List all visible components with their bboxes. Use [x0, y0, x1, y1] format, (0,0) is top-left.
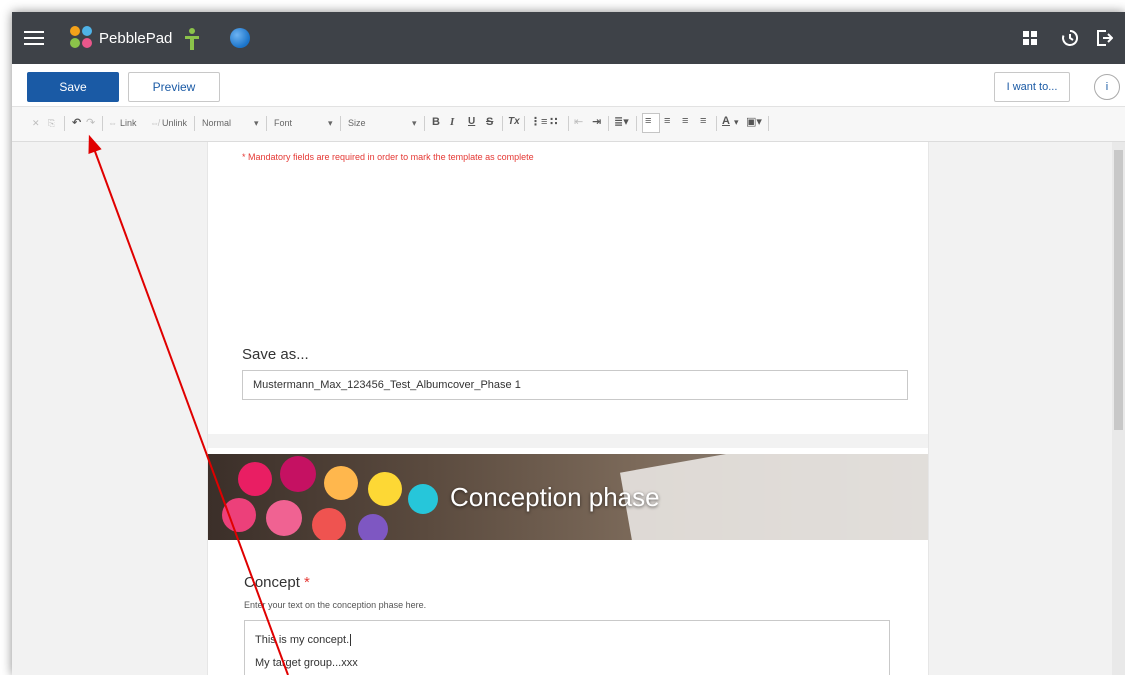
info-icon[interactable]: i [1094, 74, 1120, 100]
action-bar: Save Preview I want to... i [12, 64, 1125, 107]
paint-well [312, 508, 346, 540]
link-icon: ⇔ [108, 118, 117, 128]
apps-grid-icon[interactable] [1018, 26, 1042, 50]
separator [608, 116, 609, 131]
indent-icon[interactable]: ⇥ [592, 115, 601, 128]
separator [194, 116, 195, 131]
paint-well [266, 500, 302, 536]
numbered-list-icon[interactable]: ⋮≡ [530, 115, 547, 128]
app-window: PebblePad Save Preview I want to... i ✕ … [12, 12, 1125, 675]
concept-label: Concept * [244, 574, 310, 591]
chevron-down-icon[interactable]: ▾ [328, 118, 333, 129]
format-select[interactable]: Normal [202, 118, 231, 128]
align-justify-icon[interactable]: ≡ [700, 115, 706, 127]
i-want-to-button[interactable]: I want to... [994, 72, 1070, 102]
separator [424, 116, 425, 131]
concept-textarea[interactable]: This is my concept. My target group...xx… [244, 620, 890, 675]
chevron-down-icon[interactable]: ▾ [254, 118, 259, 129]
top-nav-bar: PebblePad [12, 12, 1125, 67]
template-page: * Mandatory fields are required in order… [207, 142, 929, 675]
save-as-input[interactable]: Mustermann_Max_123456_Test_Albumcover_Ph… [242, 370, 908, 400]
tab-workspace[interactable] [172, 18, 212, 67]
bold-button[interactable]: B [432, 116, 440, 128]
concept-line2: My target group...xxx [255, 657, 358, 669]
paint-well [358, 514, 388, 540]
chevron-down-icon[interactable]: ▾ [412, 118, 417, 129]
bulleted-list-icon[interactable]: ∷ [550, 115, 558, 128]
separator [768, 116, 769, 131]
redo-icon[interactable]: ↷ [86, 116, 95, 129]
person-icon [185, 28, 199, 50]
menu-icon[interactable] [24, 26, 44, 50]
paragraph-style-icon[interactable]: ≣▾ [614, 115, 629, 128]
underline-button[interactable]: U [468, 116, 475, 127]
paint-well [408, 484, 438, 514]
history-icon[interactable] [1058, 26, 1082, 50]
concept-label-text: Concept [244, 574, 300, 591]
concept-hint: Enter your text on the conception phase … [244, 600, 427, 610]
font-color-button[interactable]: A [722, 115, 730, 127]
italic-button[interactable]: I [450, 116, 454, 128]
background-color-icon[interactable]: ▣▾ [746, 115, 762, 128]
paint-well [280, 456, 316, 492]
paint-well [368, 472, 402, 506]
copy-icon[interactable]: ⎘ [48, 118, 55, 129]
separator [716, 116, 717, 131]
size-select[interactable]: Size [348, 118, 366, 128]
save-as-label: Save as... [242, 346, 309, 363]
align-left-icon: ≡ [645, 115, 652, 127]
separator [102, 116, 103, 131]
paint-well [222, 498, 256, 532]
pebblepad-logo-icon [70, 26, 94, 50]
section-banner: Conception phase [208, 454, 928, 540]
undo-icon[interactable]: ↶ [72, 116, 81, 129]
outdent-icon[interactable]: ⇤ [574, 115, 583, 128]
font-select[interactable]: Font [274, 118, 292, 128]
paint-well [324, 466, 358, 500]
strike-button[interactable]: S [486, 116, 493, 128]
separator [524, 116, 525, 131]
concept-line1: This is my concept. [255, 634, 350, 646]
separator [502, 116, 503, 131]
section-divider [208, 434, 928, 448]
separator [340, 116, 341, 131]
section-title: Conception phase [450, 482, 660, 512]
unlink-button[interactable]: Unlink [162, 118, 187, 128]
chevron-down-icon[interactable]: ▾ [734, 117, 739, 128]
cut-icon[interactable]: ✕ [32, 118, 40, 129]
banner-paper [620, 454, 928, 540]
globe-icon[interactable] [230, 28, 250, 48]
save-as-value: Mustermann_Max_123456_Test_Albumcover_Ph… [253, 379, 521, 391]
scrollbar-thumb[interactable] [1114, 150, 1123, 430]
unlink-icon: ⇎ [150, 118, 159, 128]
remove-format-button[interactable]: Tx [508, 116, 520, 127]
align-center-icon[interactable]: ≡ [664, 115, 670, 127]
align-right-icon[interactable]: ≡ [682, 115, 688, 127]
brand[interactable]: PebblePad [70, 24, 172, 52]
app-name: PebblePad [99, 29, 173, 47]
editor-toolbar: ✕ ⎘ ↶ ↷ ⇔ Link ⇎ Unlink Normal ▾ Font ▾ … [12, 107, 1125, 142]
separator [266, 116, 267, 131]
link-button[interactable]: Link [120, 118, 137, 128]
concept-line: This is my concept. [255, 634, 352, 647]
separator [636, 116, 637, 131]
logout-icon[interactable] [1092, 26, 1116, 50]
text-caret [350, 634, 352, 647]
mandatory-note: * Mandatory fields are required in order… [242, 152, 534, 162]
required-marker: * [304, 574, 310, 591]
separator [568, 116, 569, 131]
separator [64, 116, 65, 131]
save-button[interactable]: Save [27, 72, 119, 102]
paint-well [238, 462, 272, 496]
preview-button[interactable]: Preview [128, 72, 220, 102]
